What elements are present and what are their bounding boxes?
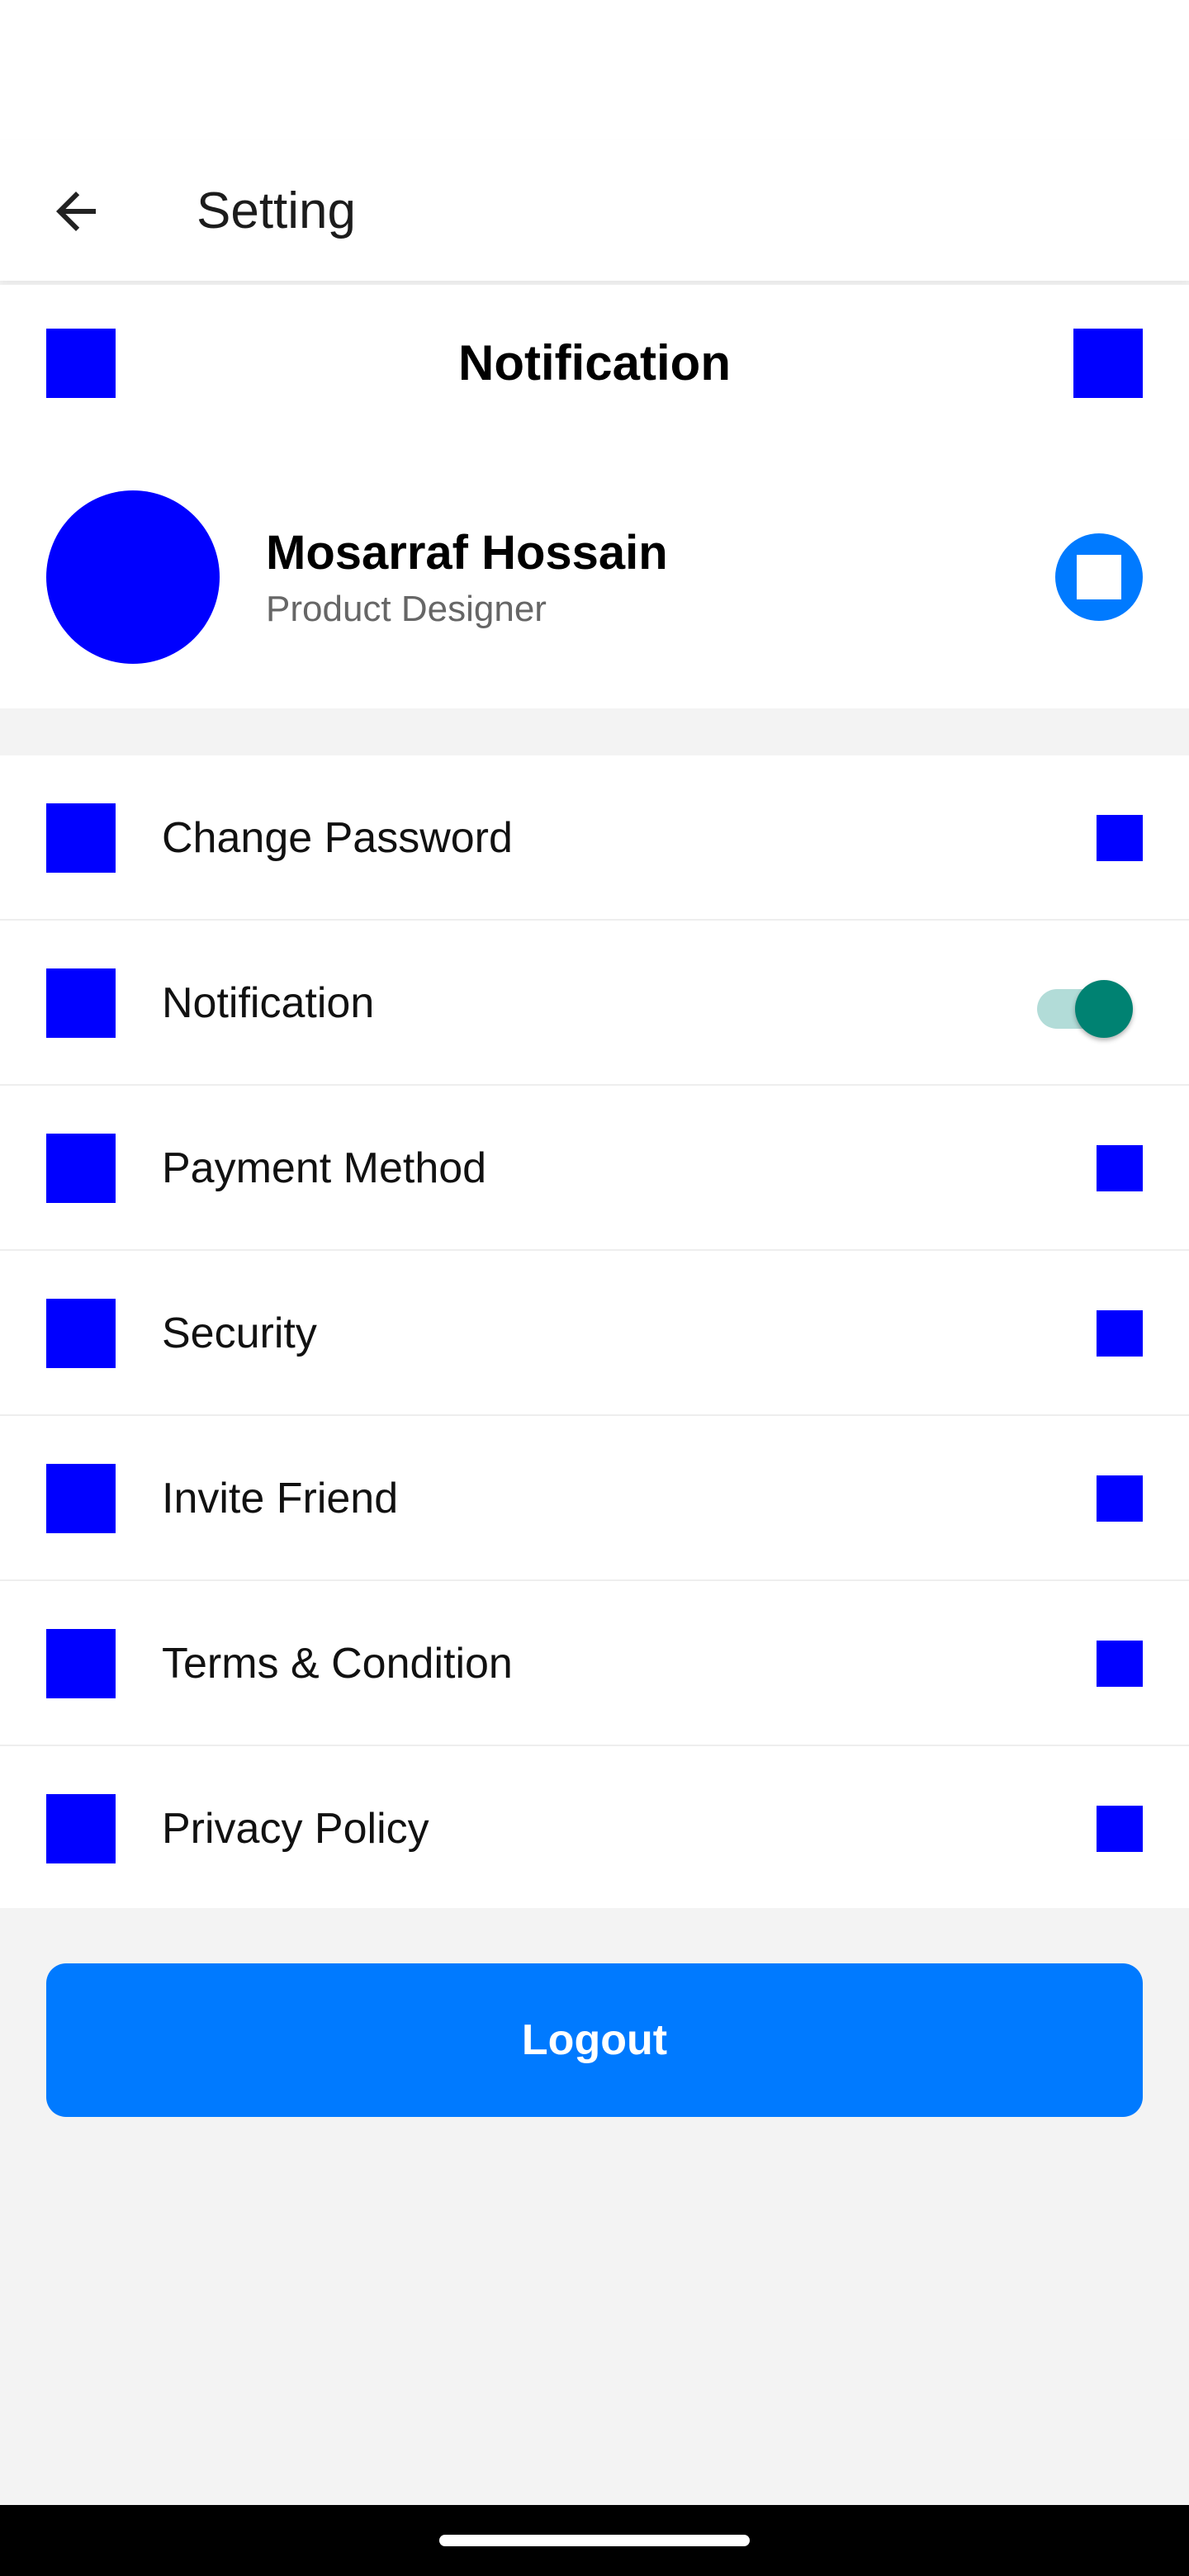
edit-profile-button[interactable] <box>1055 533 1143 621</box>
list-item-label: Privacy Policy <box>162 1805 429 1853</box>
page-title: Setting <box>197 182 357 239</box>
list-item-label: Invite Friend <box>162 1475 399 1522</box>
status-bar <box>0 0 1189 140</box>
chevron-right-icon <box>1097 1310 1143 1357</box>
list-item-notification[interactable]: Notification <box>0 921 1189 1086</box>
edit-icon <box>1077 555 1121 599</box>
home-gesture-handle[interactable] <box>439 2535 750 2546</box>
list-item-security[interactable]: Security <box>0 1251 1189 1416</box>
notification-heading: Notification <box>458 335 731 391</box>
profile-role: Product Designer <box>266 589 547 629</box>
list-item-invite-friend[interactable]: Invite Friend <box>0 1416 1189 1581</box>
logout-button[interactable]: Logout <box>46 1963 1143 2117</box>
list-item-label: Security <box>162 1309 317 1357</box>
notification-toggle[interactable] <box>1035 978 1135 1038</box>
chevron-right-icon <box>1097 1145 1143 1191</box>
list-item-label: Notification <box>162 979 375 1027</box>
app-bar: Setting <box>0 140 1189 281</box>
chevron-right-icon <box>1097 1806 1143 1852</box>
list-item-terms[interactable]: Terms & Condition <box>0 1581 1189 1746</box>
list-item-payment-method[interactable]: Payment Method <box>0 1086 1189 1251</box>
document-icon <box>46 1629 116 1698</box>
bell-icon <box>46 968 116 1038</box>
list-item-label: Terms & Condition <box>162 1640 513 1688</box>
system-nav-bar <box>0 2505 1189 2576</box>
back-button[interactable] <box>46 182 106 241</box>
list-item-label: Payment Method <box>162 1144 487 1192</box>
chevron-right-icon <box>1097 815 1143 861</box>
profile-card: Notification Mosarraf Hossain Product De… <box>0 285 1189 708</box>
lock-icon <box>46 803 116 873</box>
privacy-icon <box>46 1794 116 1863</box>
arrow-left-icon <box>56 192 96 231</box>
shield-icon <box>46 1299 116 1368</box>
avatar <box>46 490 220 664</box>
profile-name: Mosarraf Hossain <box>266 526 668 580</box>
toggle-thumb <box>1075 980 1133 1038</box>
list-item-privacy-policy[interactable]: Privacy Policy <box>0 1746 1189 1908</box>
list-item-label: Change Password <box>162 814 513 862</box>
card-icon <box>46 1134 116 1203</box>
list-item-change-password[interactable]: Change Password <box>0 755 1189 921</box>
user-plus-icon <box>46 1464 116 1533</box>
chevron-right-icon <box>1097 1641 1143 1687</box>
chevron-right-icon <box>1097 1475 1143 1522</box>
settings-list: Change Password Notification Payment Met… <box>0 755 1189 1908</box>
right-placeholder-icon[interactable] <box>1073 329 1143 398</box>
